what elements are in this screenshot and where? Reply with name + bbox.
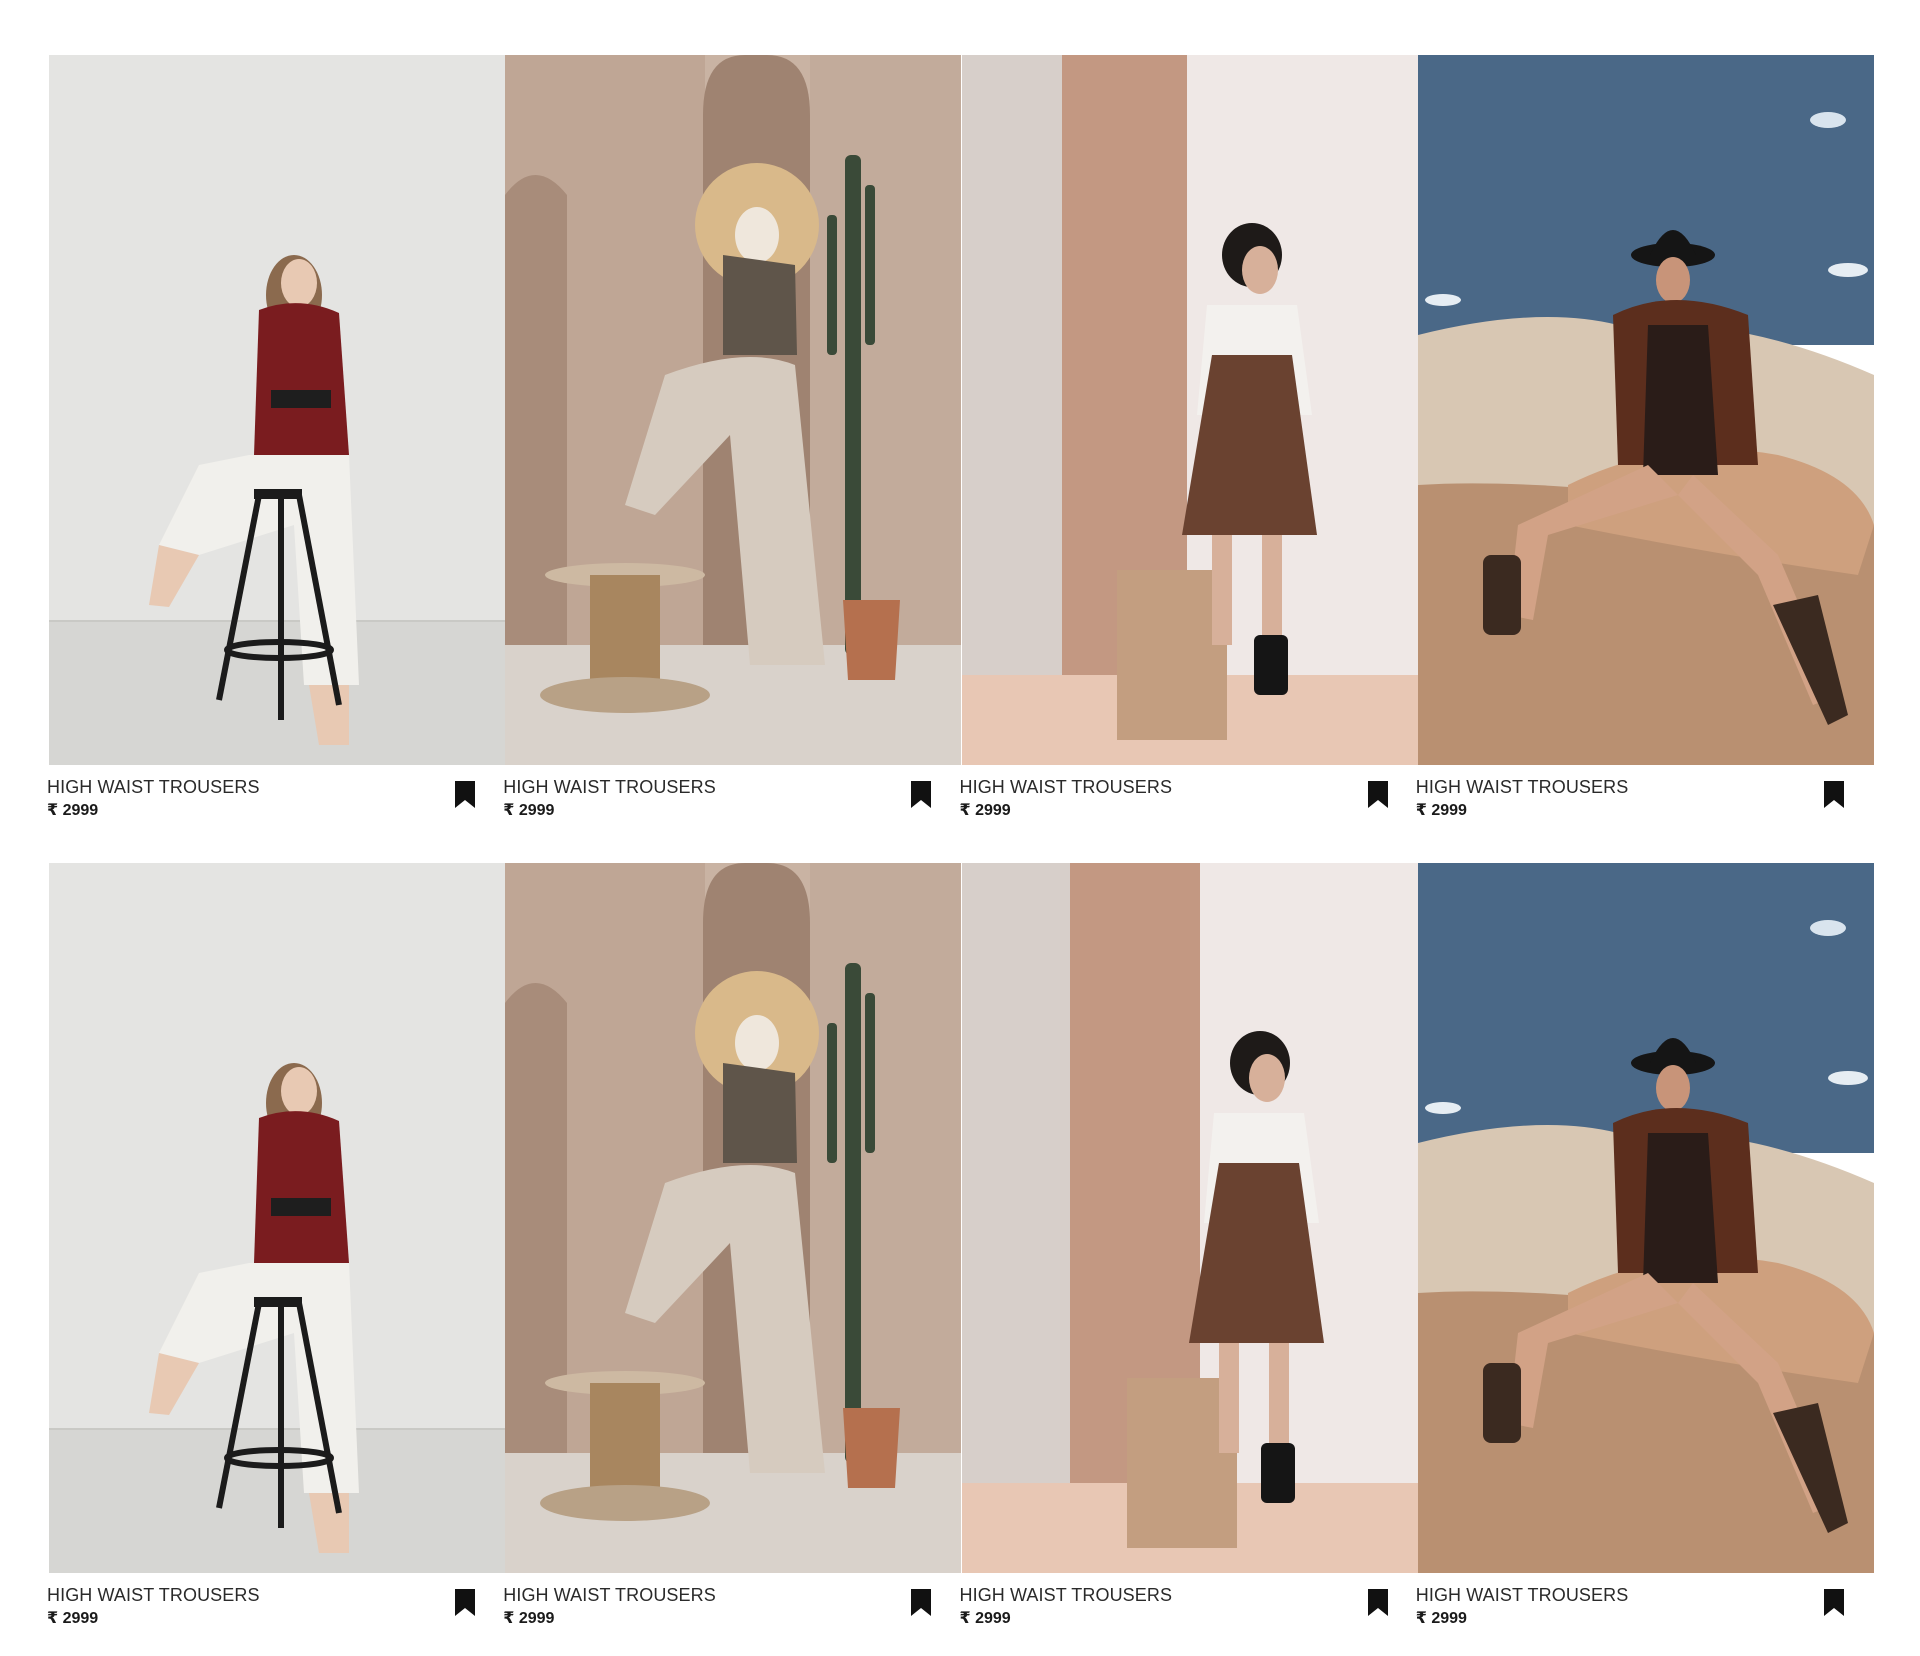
model-leather-dress-pink-wall-image: [961, 863, 1418, 1573]
product-card[interactable]: HIGH WAIST TROUSERS ₹ 2999: [1416, 863, 1874, 1631]
product-name[interactable]: HIGH WAIST TROUSERS: [1416, 1585, 1629, 1606]
product-info: HIGH WAIST TROUSERS ₹ 2999: [47, 1573, 505, 1631]
price-value: 2999: [975, 802, 1011, 819]
product-price: ₹ 2999: [503, 800, 554, 820]
product-price: ₹ 2999: [960, 1608, 1011, 1628]
bookmark-icon[interactable]: [1367, 780, 1389, 809]
price-value: 2999: [1431, 1610, 1467, 1627]
model-red-sweater-stool-image: [49, 55, 505, 765]
product-name[interactable]: HIGH WAIST TROUSERS: [503, 1585, 716, 1606]
product-card[interactable]: HIGH WAIST TROUSERS ₹ 2999: [960, 55, 1418, 823]
product-name[interactable]: HIGH WAIST TROUSERS: [47, 1585, 260, 1606]
product-price: ₹ 2999: [960, 800, 1011, 820]
model-red-sweater-stool-image: [49, 863, 505, 1573]
currency-symbol: ₹: [1415, 1610, 1427, 1627]
price-value: 2999: [62, 1610, 99, 1627]
product-name[interactable]: HIGH WAIST TROUSERS: [503, 777, 716, 798]
currency-symbol: ₹: [47, 1610, 59, 1627]
product-card[interactable]: HIGH WAIST TROUSERS ₹ 2999: [1416, 55, 1874, 823]
price-value: 2999: [975, 1610, 1011, 1627]
product-card[interactable]: HIGH WAIST TROUSERS ₹ 2999: [47, 55, 505, 823]
model-cowboy-hat-desert-image: [1417, 863, 1874, 1573]
product-photo[interactable]: [961, 863, 1418, 1573]
product-price: ₹ 2999: [1416, 800, 1467, 820]
product-name[interactable]: HIGH WAIST TROUSERS: [47, 777, 260, 798]
product-photo[interactable]: [961, 55, 1418, 765]
bookmark-icon[interactable]: [454, 1588, 476, 1617]
currency-symbol: ₹: [1415, 802, 1427, 819]
bookmark-icon[interactable]: [454, 780, 476, 809]
product-info: HIGH WAIST TROUSERS ₹ 2999: [47, 765, 505, 823]
model-cowboy-hat-desert-image: [1417, 55, 1874, 765]
product-card[interactable]: HIGH WAIST TROUSERS ₹ 2999: [47, 863, 505, 1631]
product-price: ₹ 2999: [503, 1608, 554, 1628]
product-card[interactable]: HIGH WAIST TROUSERS ₹ 2999: [503, 55, 962, 823]
product-card[interactable]: HIGH WAIST TROUSERS ₹ 2999: [503, 863, 962, 1631]
product-price: ₹ 2999: [47, 800, 98, 820]
product-photo[interactable]: [1417, 55, 1874, 765]
product-photo[interactable]: [505, 55, 962, 765]
currency-symbol: ₹: [47, 802, 59, 819]
bookmark-icon[interactable]: [1367, 1588, 1389, 1617]
price-value: 2999: [62, 802, 99, 819]
product-card[interactable]: HIGH WAIST TROUSERS ₹ 2999: [960, 863, 1418, 1631]
product-info: HIGH WAIST TROUSERS ₹ 2999: [1416, 765, 1874, 823]
bookmark-icon[interactable]: [910, 780, 932, 809]
model-straw-hat-cactus-image: [505, 55, 962, 765]
product-info: HIGH WAIST TROUSERS ₹ 2999: [1416, 1573, 1874, 1631]
product-info: HIGH WAIST TROUSERS ₹ 2999: [503, 1573, 961, 1631]
bookmark-icon[interactable]: [910, 1588, 932, 1617]
currency-symbol: ₹: [959, 802, 971, 819]
product-photo[interactable]: [49, 863, 505, 1573]
product-price: ₹ 2999: [47, 1608, 98, 1628]
bookmark-icon[interactable]: [1823, 780, 1845, 809]
product-name[interactable]: HIGH WAIST TROUSERS: [1416, 777, 1629, 798]
product-photo[interactable]: [505, 863, 962, 1573]
model-straw-hat-cactus-image: [505, 863, 962, 1573]
bookmark-icon[interactable]: [1823, 1588, 1845, 1617]
product-price: ₹ 2999: [1416, 1608, 1467, 1628]
currency-symbol: ₹: [959, 1610, 971, 1627]
price-value: 2999: [1431, 802, 1467, 819]
product-info: HIGH WAIST TROUSERS ₹ 2999: [960, 765, 1418, 823]
product-photo[interactable]: [49, 55, 505, 765]
product-grid: HIGH WAIST TROUSERS ₹ 2999 HIGH WAIST TR…: [47, 55, 1874, 1631]
product-photo[interactable]: [1417, 863, 1874, 1573]
price-value: 2999: [518, 1610, 555, 1627]
product-info: HIGH WAIST TROUSERS ₹ 2999: [503, 765, 961, 823]
product-name[interactable]: HIGH WAIST TROUSERS: [960, 1585, 1173, 1606]
model-leather-dress-pink-wall-image: [961, 55, 1418, 765]
price-value: 2999: [518, 802, 555, 819]
product-name[interactable]: HIGH WAIST TROUSERS: [960, 777, 1173, 798]
currency-symbol: ₹: [503, 802, 515, 819]
product-info: HIGH WAIST TROUSERS ₹ 2999: [960, 1573, 1418, 1631]
currency-symbol: ₹: [503, 1610, 515, 1627]
